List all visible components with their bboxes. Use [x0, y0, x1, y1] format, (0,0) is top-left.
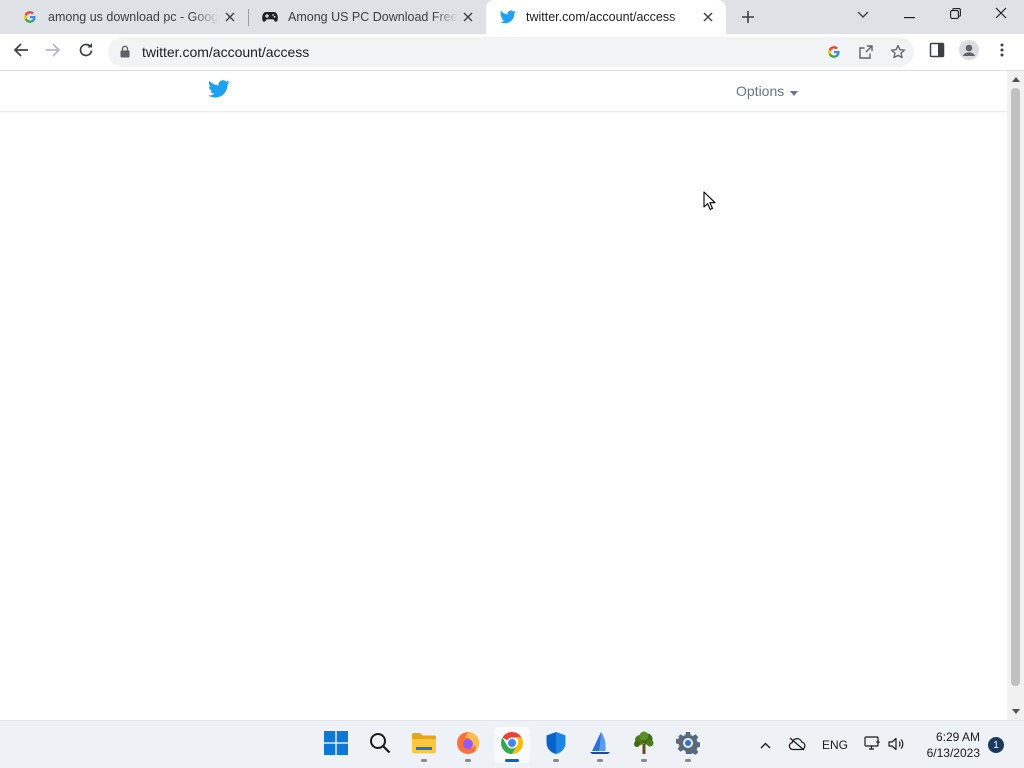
clock-time: 6:29 AM [935, 730, 980, 744]
running-indicator [597, 759, 603, 762]
close-icon[interactable] [222, 9, 238, 25]
running-indicator [685, 759, 691, 762]
firefox-icon [456, 731, 480, 760]
running-indicator [553, 759, 559, 762]
google-lens-icon[interactable] [822, 40, 846, 64]
onedrive-tray-button[interactable] [786, 735, 808, 755]
tab-search-button[interactable] [840, 0, 886, 30]
minimize-icon [903, 6, 915, 24]
tab-strip: among us download pc - Google Among US P… [0, 0, 1024, 34]
side-panel-button[interactable] [923, 38, 951, 66]
network-tray-button[interactable] [862, 735, 882, 755]
restore-icon [949, 6, 961, 24]
minimize-button[interactable] [886, 0, 932, 30]
taskbar-search-button[interactable] [362, 727, 398, 763]
start-button[interactable] [318, 727, 354, 763]
security-app-button[interactable] [538, 727, 574, 763]
speaker-icon [887, 737, 905, 754]
reload-icon [78, 42, 94, 63]
sail-app-button[interactable] [582, 727, 618, 763]
cloud-offline-icon [788, 737, 806, 754]
web-page: Options [0, 71, 1007, 720]
tab-title: twitter.com/account/access [526, 10, 676, 24]
bookmark-star-icon[interactable] [886, 40, 910, 64]
url-text[interactable]: twitter.com/account/access [142, 44, 309, 60]
chrome-icon [500, 731, 524, 760]
tab-google-search[interactable]: among us download pc - Google [8, 0, 248, 34]
tab-twitter-access[interactable]: twitter.com/account/access [486, 0, 726, 34]
mouse-cursor-icon [703, 191, 717, 216]
search-icon [369, 732, 391, 759]
language-label: ENG [821, 738, 848, 752]
tab-among-us-download[interactable]: Among US PC Download Free Ga [248, 0, 486, 34]
file-explorer-button[interactable] [406, 727, 442, 763]
active-indicator [505, 759, 519, 762]
chevron-down-icon [857, 6, 869, 24]
profile-button[interactable] [955, 38, 983, 66]
more-vert-icon [1000, 43, 1004, 62]
tree-icon [632, 731, 656, 760]
restore-button[interactable] [932, 0, 978, 30]
back-button[interactable] [7, 38, 35, 66]
arrow-left-icon [13, 42, 29, 63]
caret-down-icon [790, 83, 799, 99]
arrow-right-icon [45, 42, 61, 63]
google-icon [22, 9, 38, 25]
browser-toolbar: twitter.com/account/access [0, 34, 1024, 71]
clock-date: 6/13/2023 [926, 746, 980, 760]
chrome-button[interactable] [494, 727, 530, 763]
running-indicator [465, 759, 471, 762]
scroll-down-icon[interactable] [1011, 707, 1020, 716]
close-window-button[interactable] [978, 0, 1024, 30]
menu-button[interactable] [988, 38, 1016, 66]
twitter-bird-icon[interactable] [208, 80, 230, 103]
scroll-thumb[interactable] [1011, 88, 1020, 686]
running-indicator [421, 759, 427, 762]
gamepad-icon [262, 9, 278, 25]
volume-tray-button[interactable] [886, 735, 906, 755]
new-tab-button[interactable] [736, 5, 760, 29]
notification-badge[interactable]: 1 [988, 737, 1004, 753]
forward-button[interactable] [39, 38, 67, 66]
side-panel-icon [929, 42, 945, 63]
address-bar[interactable]: twitter.com/account/access [108, 37, 914, 67]
folder-icon [411, 732, 437, 759]
firefox-button[interactable] [450, 727, 486, 763]
share-icon[interactable] [854, 40, 878, 64]
close-icon[interactable] [460, 9, 476, 25]
avatar-icon [959, 39, 979, 65]
network-icon [863, 736, 881, 754]
close-icon [995, 6, 1007, 24]
options-dropdown[interactable]: Options [736, 83, 799, 99]
chevron-up-icon [760, 738, 771, 752]
running-indicator [641, 759, 647, 762]
tree-app-button[interactable] [626, 727, 662, 763]
tab-title: among us download pc - Google [48, 10, 218, 24]
lock-icon[interactable] [120, 45, 130, 63]
site-header: Options [0, 71, 1007, 112]
shield-icon [545, 731, 567, 760]
windows-start-icon [324, 730, 348, 760]
page-scrollbar[interactable] [1007, 71, 1024, 720]
scroll-up-icon[interactable] [1011, 75, 1020, 84]
tab-title: Among US PC Download Free Ga [288, 10, 458, 24]
close-icon[interactable] [700, 9, 716, 25]
sail-icon [588, 731, 612, 760]
settings-button[interactable] [670, 727, 706, 763]
language-indicator[interactable]: ENG [818, 735, 852, 755]
taskbar-clock[interactable]: 6:29 AM 6/13/2023 [918, 729, 980, 761]
twitter-bird-icon [500, 9, 516, 25]
gear-icon [675, 731, 701, 760]
tray-overflow-button[interactable] [756, 735, 774, 755]
reload-button[interactable] [72, 38, 100, 66]
windows-taskbar: ENG 6:29 AM 6/13/2023 1 [0, 720, 1024, 768]
options-label: Options [736, 83, 785, 99]
